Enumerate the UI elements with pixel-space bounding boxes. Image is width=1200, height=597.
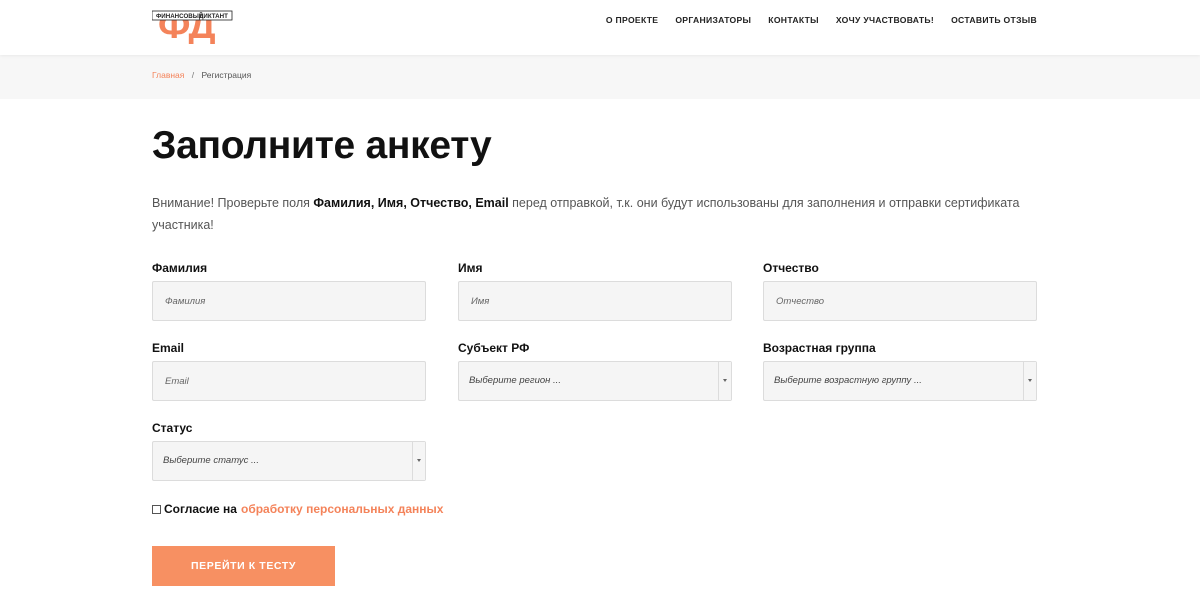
- age-group-field: Возрастная группа Выберите возрастную гр…: [763, 341, 1037, 401]
- nav-contacts[interactable]: КОНТАКТЫ: [768, 14, 819, 26]
- consent-checkbox[interactable]: [152, 504, 161, 514]
- nav-participate[interactable]: ХОЧУ УЧАСТВОВАТЬ!: [836, 14, 934, 26]
- surname-input[interactable]: [153, 282, 425, 320]
- notice-bold-fields: Фамилия, Имя, Отчество, Email: [313, 196, 509, 210]
- surname-label: Фамилия: [152, 261, 208, 275]
- consent-row: Согласие на обработку персональных данны…: [152, 502, 443, 516]
- region-field: Субъект РФ Выберите регион ...: [458, 341, 732, 401]
- surname-field: Фамилия: [152, 261, 426, 321]
- region-label: Субъект РФ: [458, 341, 530, 355]
- breadcrumb-home-link[interactable]: Главная: [152, 70, 184, 80]
- chevron-down-icon[interactable]: [412, 442, 425, 480]
- main-nav: О ПРОЕКТЕ ОРГАНИЗАТОРЫ КОНТАКТЫ ХОЧУ УЧА…: [606, 14, 1037, 26]
- nav-feedback[interactable]: ОСТАВИТЬ ОТЗЫВ: [951, 14, 1037, 26]
- svg-text:ДИКТАНТ: ДИКТАНТ: [199, 13, 228, 20]
- name-field: Имя: [458, 261, 732, 321]
- go-to-test-button[interactable]: ПЕРЕЙТИ К ТЕСТУ: [152, 546, 335, 586]
- patronymic-field: Отчество: [763, 261, 1037, 321]
- site-logo[interactable]: ФД ФИНАНСОВЫЙ ДИКТАНТ: [151, 0, 234, 47]
- chevron-down-icon[interactable]: [1023, 362, 1036, 400]
- notice-text-before: Внимание! Проверьте поля: [152, 196, 314, 210]
- name-label: Имя: [458, 261, 483, 275]
- age-group-select-value: Выберите возрастную группу ...: [774, 375, 922, 386]
- email-input[interactable]: [153, 362, 425, 400]
- name-input[interactable]: [459, 282, 731, 320]
- status-label: Статус: [152, 421, 193, 435]
- consent-link[interactable]: обработку персональных данных: [241, 502, 443, 516]
- breadcrumb-current: Регистрация: [201, 70, 252, 80]
- breadcrumb-separator: /: [191, 70, 195, 80]
- age-group-select[interactable]: Выберите возрастную группу ...: [763, 361, 1037, 401]
- site-header: ФД ФИНАНСОВЫЙ ДИКТАНТ О ПРОЕКТЕ ОРГАНИЗА…: [0, 0, 1200, 55]
- email-field: Email: [152, 341, 426, 401]
- region-select-value: Выберите регион ...: [469, 375, 561, 386]
- chevron-down-icon[interactable]: [718, 362, 731, 400]
- age-group-label: Возрастная группа: [763, 341, 876, 355]
- email-label: Email: [152, 341, 185, 355]
- consent-label: Согласие на: [164, 502, 237, 516]
- nav-organizers[interactable]: ОРГАНИЗАТОРЫ: [675, 14, 751, 26]
- region-select[interactable]: Выберите регион ...: [458, 361, 732, 401]
- patronymic-input[interactable]: [764, 282, 1036, 320]
- status-select-value: Выберите статус ...: [163, 455, 259, 466]
- breadcrumb: Главная / Регистрация: [0, 55, 1200, 99]
- form-notice: Внимание! Проверьте поля Фамилия, Имя, О…: [152, 192, 1052, 236]
- logo-graphic: ФД ФИНАНСОВЫЙ ДИКТАНТ: [151, 5, 233, 47]
- nav-about[interactable]: О ПРОЕКТЕ: [606, 14, 658, 26]
- status-select[interactable]: Выберите статус ...: [152, 441, 426, 481]
- page-title: Заполните анкету: [152, 124, 492, 167]
- patronymic-label: Отчество: [763, 261, 819, 275]
- svg-text:ФИНАНСОВЫЙ: ФИНАНСОВЫЙ: [156, 12, 204, 20]
- status-field: Статус Выберите статус ...: [152, 421, 426, 481]
